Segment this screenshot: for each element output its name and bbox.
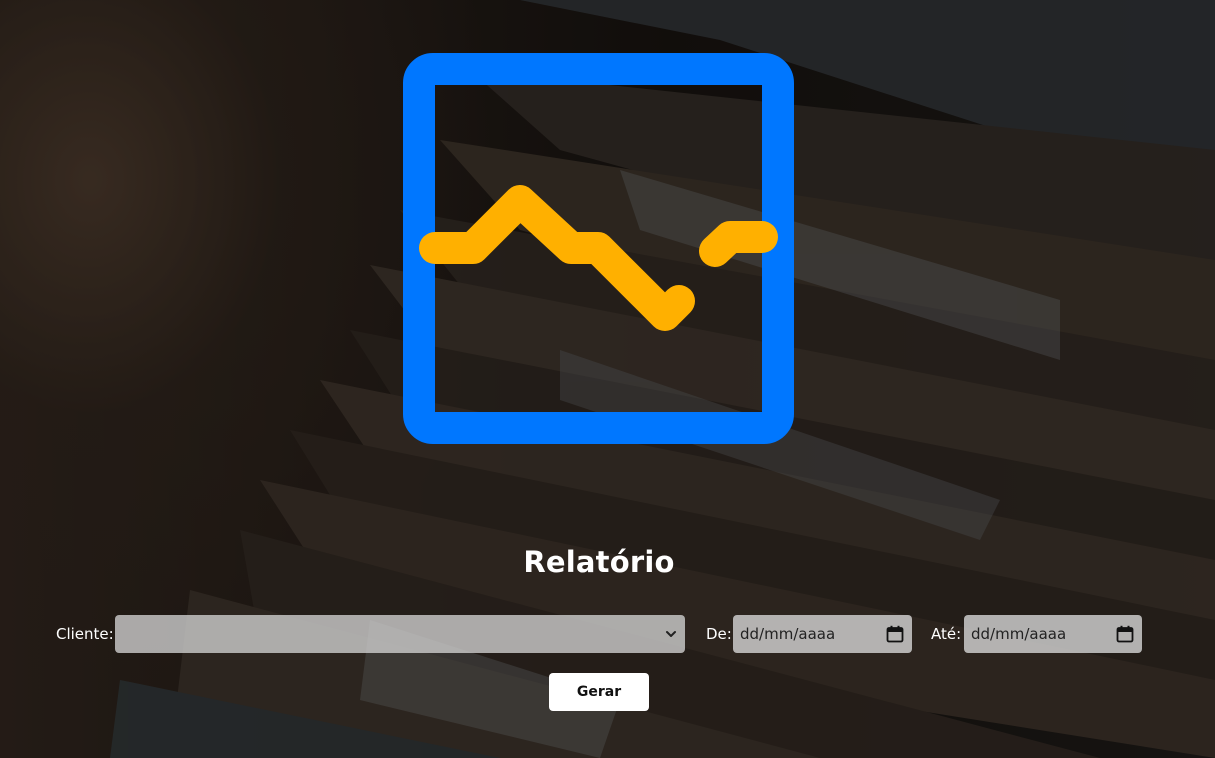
- cliente-select[interactable]: [115, 615, 685, 653]
- page-title: Relatório: [523, 545, 675, 579]
- report-chart-icon: [403, 53, 794, 444]
- de-date-placeholder: dd/mm/aaaa: [740, 625, 836, 643]
- de-label: De:: [706, 625, 732, 643]
- report-form: Cliente: De: dd/mm/aaaa Até: dd/mm/aaaa: [0, 615, 1215, 653]
- calendar-icon[interactable]: [886, 625, 904, 643]
- ate-date-input[interactable]: dd/mm/aaaa: [964, 615, 1142, 653]
- gerar-button[interactable]: Gerar: [549, 673, 649, 711]
- ate-date-placeholder: dd/mm/aaaa: [971, 625, 1067, 643]
- cliente-label: Cliente:: [56, 625, 114, 643]
- ate-label: Até:: [931, 625, 962, 643]
- calendar-icon[interactable]: [1116, 625, 1134, 643]
- de-date-input[interactable]: dd/mm/aaaa: [733, 615, 912, 653]
- chevron-down-icon: [666, 631, 676, 637]
